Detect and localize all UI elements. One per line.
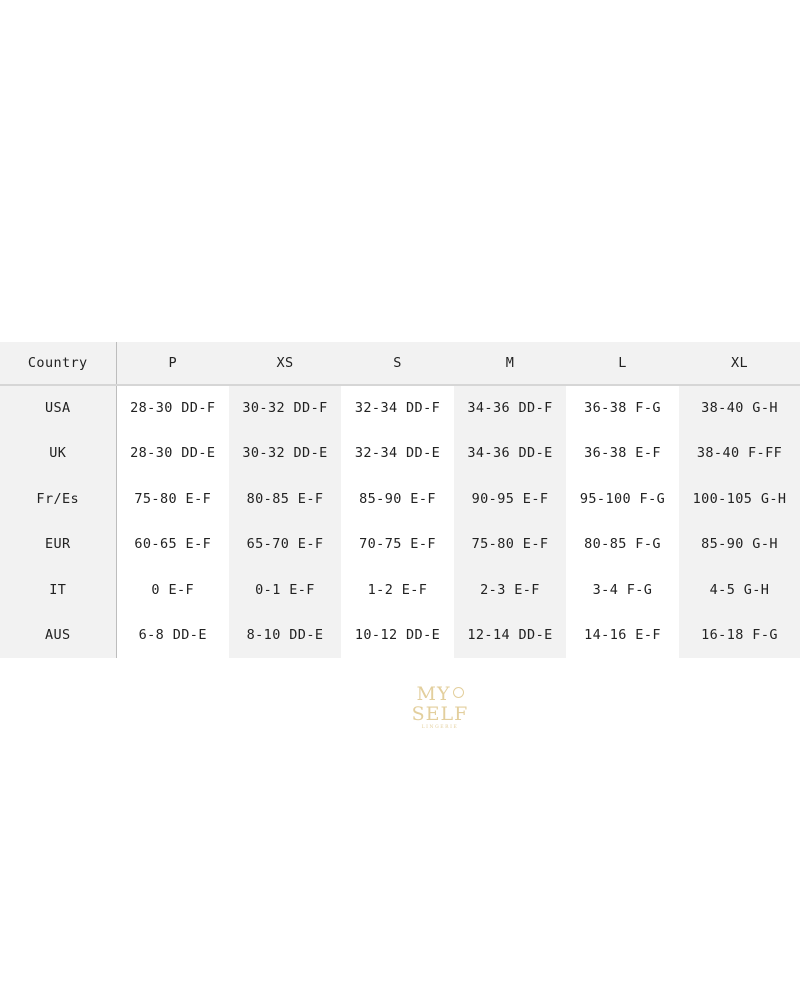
logo-text-my: MY <box>416 683 451 705</box>
header-size-s: S <box>341 342 454 386</box>
size-cell: 100-105 G-H <box>679 476 800 522</box>
size-cell: 75-80 E-F <box>116 476 229 522</box>
size-cell: 12-14 DD-E <box>454 612 566 658</box>
size-cell: 90-95 E-F <box>454 476 566 522</box>
size-cell: 34-36 DD-F <box>454 385 566 431</box>
country-cell: UK <box>0 430 117 476</box>
size-cell: 32-34 DD-F <box>341 385 454 431</box>
size-cell: 30-32 DD-F <box>229 385 341 431</box>
size-cell: 1-2 E-F <box>341 567 454 613</box>
country-cell: AUS <box>0 612 117 658</box>
header-size-xl: XL <box>679 342 800 386</box>
size-cell: 36-38 F-G <box>566 385 679 431</box>
size-cell: 10-12 DD-E <box>341 612 454 658</box>
header-size-xs: XS <box>229 342 341 386</box>
size-cell: 60-65 E-F <box>116 521 229 567</box>
table-row: Fr/Es 75-80 E-F 80-85 E-F 85-90 E-F 90-9… <box>0 476 800 522</box>
country-cell: IT <box>0 567 117 613</box>
logo-text-self: SELF <box>411 703 469 725</box>
header-country: Country <box>0 342 117 386</box>
size-cell: 80-85 E-F <box>229 476 341 522</box>
table-row: AUS 6-8 DD-E 8-10 DD-E 10-12 DD-E 12-14 … <box>0 612 800 658</box>
size-cell: 28-30 DD-E <box>116 430 229 476</box>
logo-text-lingerie: LINGERIE <box>421 725 459 730</box>
header-size-l: L <box>566 342 679 386</box>
size-cell: 2-3 E-F <box>454 567 566 613</box>
table-row: UK 28-30 DD-E 30-32 DD-E 32-34 DD-E 34-3… <box>0 430 800 476</box>
size-cell: 36-38 E-F <box>566 430 679 476</box>
size-cell: 65-70 E-F <box>229 521 341 567</box>
size-cell: 0-1 E-F <box>229 567 341 613</box>
size-cell: 34-36 DD-E <box>454 430 566 476</box>
size-cell: 95-100 F-G <box>566 476 679 522</box>
size-cell: 85-90 G-H <box>679 521 800 567</box>
size-cell: 32-34 DD-E <box>341 430 454 476</box>
size-cell: 70-75 E-F <box>341 521 454 567</box>
size-cell: 3-4 F-G <box>566 567 679 613</box>
header-size-p: P <box>116 342 229 386</box>
header-row: Country P XS S M L XL <box>0 342 800 386</box>
size-cell: 38-40 G-H <box>679 385 800 431</box>
header-size-m: M <box>454 342 566 386</box>
size-cell: 8-10 DD-E <box>229 612 341 658</box>
size-cell: 75-80 E-F <box>454 521 566 567</box>
size-cell: 38-40 F-FF <box>679 430 800 476</box>
country-cell: EUR <box>0 521 117 567</box>
flower-icon <box>452 687 464 698</box>
size-cell: 4-5 G-H <box>679 567 800 613</box>
table-row: EUR 60-65 E-F 65-70 E-F 70-75 E-F 75-80 … <box>0 521 800 567</box>
size-chart-table: Country P XS S M L XL USA 28-30 DD-F 30-… <box>0 342 800 658</box>
size-cell: 6-8 DD-E <box>116 612 229 658</box>
size-cell: 85-90 E-F <box>341 476 454 522</box>
logo-line-my: MY <box>400 684 480 704</box>
table-row: IT 0 E-F 0-1 E-F 1-2 E-F 2-3 E-F 3-4 F-G… <box>0 567 800 613</box>
table-row: USA 28-30 DD-F 30-32 DD-F 32-34 DD-F 34-… <box>0 385 800 431</box>
size-cell: 80-85 F-G <box>566 521 679 567</box>
size-cell: 30-32 DD-E <box>229 430 341 476</box>
size-cell: 14-16 E-F <box>566 612 679 658</box>
country-cell: Fr/Es <box>0 476 117 522</box>
brand-logo: MY SELF LINGERIE <box>400 684 480 744</box>
size-cell: 0 E-F <box>116 567 229 613</box>
country-cell: USA <box>0 385 117 431</box>
size-cell: 16-18 F-G <box>679 612 800 658</box>
size-cell: 28-30 DD-F <box>116 385 229 431</box>
